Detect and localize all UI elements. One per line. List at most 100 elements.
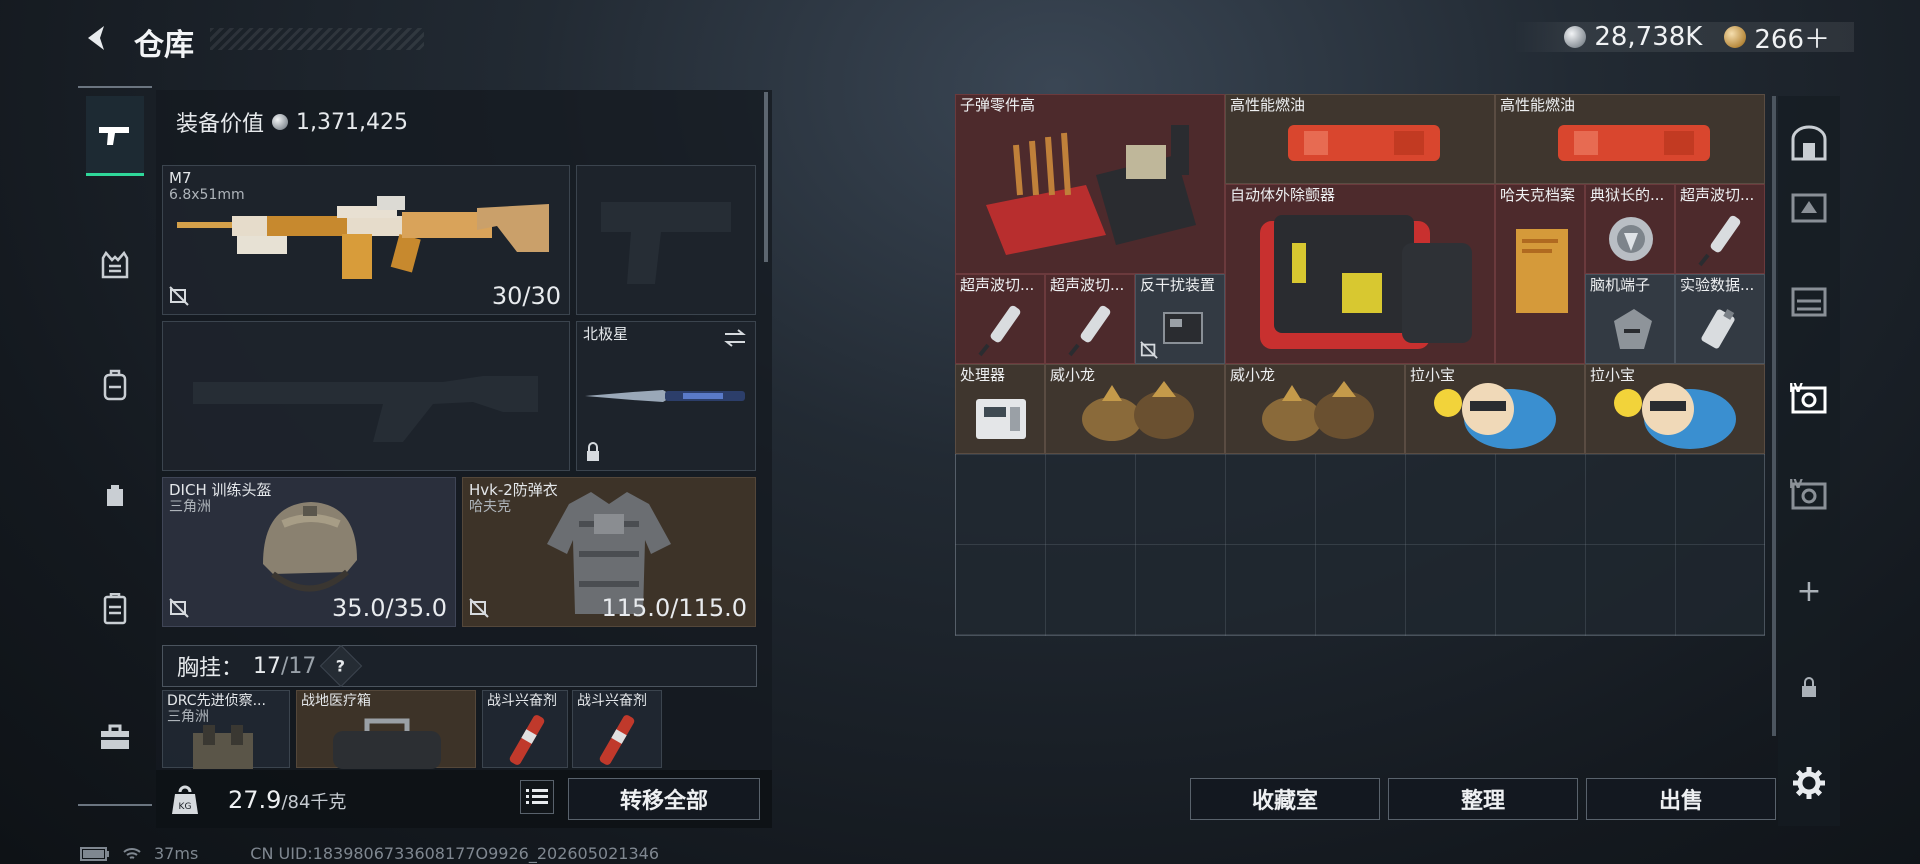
usb-drive-image: [1701, 308, 1735, 349]
item-aed[interactable]: 自动体外除颤器: [1225, 184, 1495, 364]
dragon-toy-image: [1262, 381, 1374, 441]
tab-storage-2[interactable]: [1786, 278, 1832, 324]
rig-item-medkit[interactable]: 战地医疗箱: [296, 690, 476, 769]
organize-button[interactable]: 整理: [1388, 778, 1578, 820]
item-wei-xiaolong-1[interactable]: 威小龙: [1045, 364, 1225, 454]
plush-toy-image: [1614, 383, 1736, 449]
tab-storage-4-active[interactable]: IV: [1786, 374, 1832, 420]
item-name: 拉小宝: [1590, 366, 1636, 384]
rig-item-stim-2[interactable]: 战斗兴奋剂: [572, 690, 662, 768]
item-experiment-data[interactable]: 实验数据...: [1675, 274, 1765, 364]
chest-rig-used: 17: [253, 653, 282, 679]
item-name: 高性能燃油: [1500, 96, 1576, 114]
dragon-toy-image: [1082, 381, 1194, 441]
list-view-button[interactable]: [520, 780, 554, 814]
equip-value-label: 装备价值: [176, 112, 265, 137]
tab-storage-4b[interactable]: IV: [1786, 470, 1832, 516]
rig-item-recon[interactable]: DRC先进侦察... 三角洲: [162, 690, 290, 769]
help-badge[interactable]: ?: [320, 644, 363, 688]
item-processor[interactable]: 处理器: [955, 364, 1045, 454]
gold-amount[interactable]: 266＋: [1754, 19, 1830, 56]
add-storage-button[interactable]: +: [1786, 568, 1832, 614]
item-ultrasonic-2[interactable]: 超声波切...: [955, 274, 1045, 364]
not-insured-icon: [169, 286, 189, 306]
secondary-weapon-slot[interactable]: [576, 165, 756, 315]
vault-door-icon: [1791, 125, 1827, 161]
item-bci-terminal[interactable]: 脑机端子: [1585, 274, 1675, 364]
locked-storage-slot[interactable]: [1786, 664, 1832, 710]
nav-vest[interactable]: [86, 236, 144, 294]
lock-icon: [587, 442, 599, 461]
nav-backpack[interactable]: [86, 356, 144, 414]
item-name: 超声波切...: [960, 276, 1035, 294]
nav-case[interactable]: [86, 580, 144, 638]
chest-rig-capacity: /17: [281, 653, 317, 679]
item-name: 威小龙: [1230, 366, 1276, 384]
currency-bar: 28,738K 266＋: [1514, 22, 1854, 55]
armor-slot[interactable]: Hvk-2防弹衣 哈夫克 115.0/115.0: [462, 477, 756, 627]
rig-item-sub: 三角洲: [167, 709, 209, 725]
nav-toolbox[interactable]: [86, 708, 144, 766]
nav-weapons[interactable]: [86, 96, 144, 176]
swap-icon[interactable]: [723, 328, 747, 348]
item-warden[interactable]: 典狱长的...: [1585, 184, 1675, 274]
document-folder-image: [1516, 229, 1568, 313]
item-anti-jammer[interactable]: 反干扰装置: [1135, 274, 1225, 364]
armor-durability: 115.0/115.0: [601, 594, 748, 622]
stim-injector-image: [509, 715, 545, 765]
ultrasonic-cutter-image: [1698, 215, 1741, 267]
item-wei-xiaolong-2[interactable]: 威小龙: [1225, 364, 1405, 454]
weight-max: /84千克: [281, 792, 347, 813]
primary-weapon-slot[interactable]: M7 6.8x51mm 30/30: [162, 165, 570, 315]
tab-collection[interactable]: [1786, 120, 1832, 166]
storage-iv-icon: IV: [1789, 381, 1827, 414]
lock-icon: [1802, 677, 1816, 697]
storage-iv-icon: IV: [1789, 477, 1827, 510]
tab-storage-1[interactable]: [1786, 184, 1832, 230]
not-insured-icon: [469, 598, 489, 618]
item-fuel-2[interactable]: 高性能燃油: [1495, 94, 1765, 184]
fuel-canister-image: [1288, 125, 1440, 161]
silver-coin-icon: [272, 114, 289, 130]
equipment-value: 装备价值 1,371,425: [176, 106, 408, 138]
item-la-xiaobao-1[interactable]: 拉小宝: [1405, 364, 1585, 454]
processor-image: [976, 399, 1026, 439]
bci-terminal-image: [1614, 309, 1652, 349]
item-fuel-1[interactable]: 高性能燃油: [1225, 94, 1495, 184]
back-arrow-icon[interactable]: [78, 20, 114, 56]
melee-name: 北极星: [583, 325, 629, 343]
ultrasonic-cutter-image: [978, 305, 1021, 357]
loadout-scrollbar[interactable]: [764, 92, 768, 262]
secondary-primary-slot[interactable]: [162, 321, 570, 471]
melee-slot[interactable]: 北极星: [576, 321, 756, 471]
nav-pouch[interactable]: [86, 466, 144, 524]
storage-box-icon: [1791, 193, 1827, 223]
left-nav: [78, 86, 152, 806]
helmet-slot[interactable]: DICH 训练头盔 三角洲 35.0/35.0: [162, 477, 456, 627]
gold-coin-icon: [1724, 26, 1747, 48]
pouch-icon: [107, 485, 123, 506]
item-ammo-parts[interactable]: 子弹零件高: [955, 94, 1225, 274]
status-bar: 37ms CN UID:1839806733608177O9926_202605…: [80, 844, 659, 863]
help-icon: ?: [336, 656, 347, 676]
storage-scrollbar[interactable]: [1772, 96, 1776, 736]
carry-weight: 27.9/84千克: [228, 786, 346, 814]
rifle-image: [177, 196, 549, 279]
weight-current: 27.9: [228, 786, 282, 814]
item-ultrasonic-3[interactable]: 超声波切...: [1045, 274, 1135, 364]
defibrillator-image: [1260, 215, 1472, 349]
item-haavk-file[interactable]: 哈夫克档案: [1495, 184, 1585, 364]
transfer-all-button[interactable]: 转移全部: [568, 778, 760, 820]
item-ultrasonic-1[interactable]: 超声波切...: [1675, 184, 1765, 274]
item-name: 反干扰装置: [1140, 276, 1216, 294]
svg-text:KG: KG: [179, 802, 192, 812]
rig-item-stim-1[interactable]: 战斗兴奋剂: [482, 690, 568, 768]
rig-item-name: 战地医疗箱: [301, 693, 371, 709]
chest-rig-header[interactable]: 胸挂： 17/17 ?: [162, 644, 757, 688]
settings-button[interactable]: [1786, 760, 1832, 806]
collection-room-button[interactable]: 收藏室: [1190, 778, 1380, 820]
rig-item-name: 战斗兴奋剂: [577, 693, 647, 709]
sell-button[interactable]: 出售: [1586, 778, 1776, 820]
nav-divider: [78, 804, 152, 806]
item-la-xiaobao-2[interactable]: 拉小宝: [1585, 364, 1765, 454]
